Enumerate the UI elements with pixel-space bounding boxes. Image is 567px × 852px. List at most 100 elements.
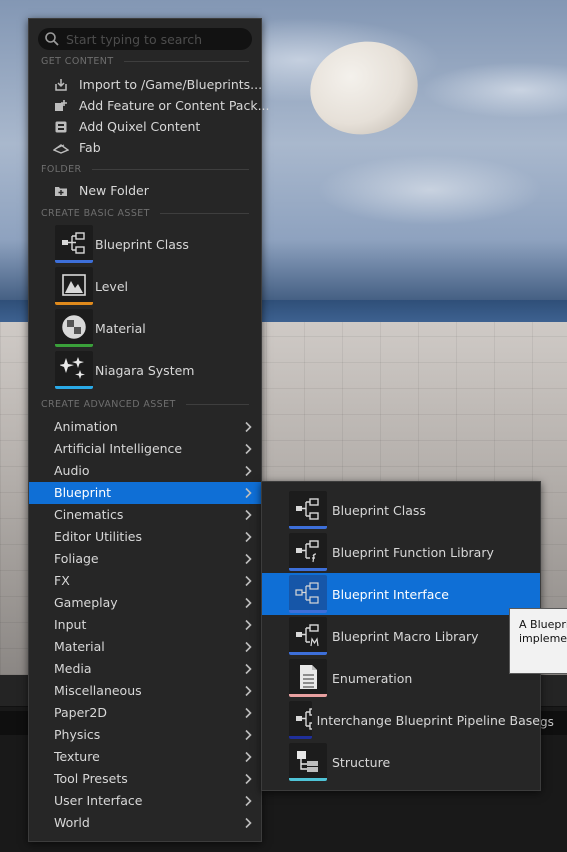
category-texture[interactable]: Texture — [29, 746, 261, 768]
category-blueprint[interactable]: Blueprint — [29, 482, 261, 504]
tooltip-line-2: implemen — [519, 632, 567, 645]
chevron-right-icon — [243, 487, 253, 499]
category-animation[interactable]: Animation — [29, 416, 261, 438]
asset-label: Blueprint Interface — [332, 586, 449, 602]
blueprint-class-icon — [289, 491, 327, 529]
category-user-interface[interactable]: User Interface — [29, 790, 261, 812]
import-label: Import to /Game/Blueprints... — [79, 77, 263, 92]
add-feature-item[interactable]: Add Feature or Content Pack... — [53, 95, 270, 116]
structure-icon — [289, 743, 327, 781]
submenu-item-interchange-blueprint-pipeline-base[interactable]: Interchange Blueprint Pipeline Base — [262, 699, 540, 741]
chevron-right-icon — [243, 795, 253, 807]
asset-color-bar — [55, 260, 93, 263]
submenu-item-blueprint-interface[interactable]: Blueprint Interface — [262, 573, 540, 615]
asset-color-bar — [289, 736, 312, 739]
category-physics[interactable]: Physics — [29, 724, 261, 746]
blueprint-interface-icon — [289, 575, 327, 613]
asset-color-bar — [289, 568, 327, 571]
import-item[interactable]: Import to /Game/Blueprints... — [53, 74, 262, 95]
chevron-right-icon — [243, 575, 253, 587]
asset-label: Niagara System — [95, 362, 195, 378]
category-label: Material — [54, 639, 105, 654]
category-tool-presets[interactable]: Tool Presets — [29, 768, 261, 790]
basic-asset-niagara-system[interactable]: Niagara System — [55, 351, 194, 389]
category-input[interactable]: Input — [29, 614, 261, 636]
chevron-right-icon — [243, 465, 253, 477]
chevron-right-icon — [243, 817, 253, 829]
niagara-icon — [55, 351, 93, 389]
category-label: World — [54, 815, 90, 830]
add-content-menu: GET CONTENT Import to /Game/Blueprints..… — [28, 18, 270, 842]
basic-asset-blueprint-class[interactable]: Blueprint Class — [55, 225, 189, 263]
section-create-advanced-asset: CREATE ADVANCED ASSET — [41, 397, 249, 411]
submenu-item-enumeration[interactable]: Enumeration — [262, 657, 540, 699]
feature-pack-icon — [53, 98, 69, 114]
category-label: Cinematics — [54, 507, 124, 522]
category-editor-utilities[interactable]: Editor Utilities — [29, 526, 261, 548]
chevron-right-icon — [243, 553, 253, 565]
category-paper2d[interactable]: Paper2D — [29, 702, 261, 724]
asset-label: Blueprint Function Library — [332, 544, 494, 560]
submenu-item-blueprint-macro-library[interactable]: Blueprint Macro Library — [262, 615, 540, 657]
category-gameplay[interactable]: Gameplay — [29, 592, 261, 614]
add-quixel-item[interactable]: Add Quixel Content — [53, 116, 200, 137]
new-folder-item[interactable]: New Folder — [53, 180, 149, 201]
category-cinematics[interactable]: Cinematics — [29, 504, 261, 526]
interchange-pipeline-icon — [289, 701, 312, 739]
blueprint-submenu: Blueprint Class Blueprint Function Librar… — [261, 481, 541, 791]
asset-label: Structure — [332, 754, 391, 770]
asset-color-bar — [289, 778, 327, 781]
category-artificial-intelligence[interactable]: Artificial Intelligence — [29, 438, 261, 460]
asset-label: Blueprint Class — [95, 236, 189, 252]
asset-color-bar — [55, 344, 93, 347]
chevron-right-icon — [243, 443, 253, 455]
category-label: Gameplay — [54, 595, 118, 610]
asset-color-bar — [55, 302, 93, 305]
category-label: FX — [54, 573, 70, 588]
chevron-right-icon — [243, 663, 253, 675]
asset-label: Blueprint Macro Library — [332, 628, 479, 644]
asset-color-bar — [289, 652, 327, 655]
category-fx[interactable]: FX — [29, 570, 261, 592]
chevron-right-icon — [243, 773, 253, 785]
settings-label-fragment[interactable]: gs — [540, 715, 554, 729]
add-feature-label: Add Feature or Content Pack... — [79, 98, 270, 113]
category-label: Media — [54, 661, 92, 676]
category-label: Input — [54, 617, 87, 632]
search-input[interactable] — [66, 28, 246, 50]
category-material[interactable]: Material — [29, 636, 261, 658]
fab-item[interactable]: Fab — [53, 137, 101, 158]
chevron-right-icon — [243, 509, 253, 521]
category-media[interactable]: Media — [29, 658, 261, 680]
search-box[interactable] — [38, 28, 252, 50]
asset-color-bar — [289, 610, 327, 613]
chevron-right-icon — [243, 597, 253, 609]
category-label: Foliage — [54, 551, 99, 566]
submenu-item-blueprint-class[interactable]: Blueprint Class — [262, 489, 540, 531]
chevron-right-icon — [243, 685, 253, 697]
chevron-right-icon — [243, 619, 253, 631]
category-audio[interactable]: Audio — [29, 460, 261, 482]
basic-asset-level[interactable]: Level — [55, 267, 128, 305]
category-foliage[interactable]: Foliage — [29, 548, 261, 570]
section-label: GET CONTENT — [41, 55, 114, 67]
asset-color-bar — [289, 526, 327, 529]
category-label: Physics — [54, 727, 101, 742]
category-miscellaneous[interactable]: Miscellaneous — [29, 680, 261, 702]
asset-label: Material — [95, 320, 146, 336]
tooltip: A Bluepri implemen — [509, 608, 567, 674]
category-world[interactable]: World — [29, 812, 261, 834]
import-icon — [53, 77, 69, 93]
submenu-item-structure[interactable]: Structure — [262, 741, 540, 783]
section-get-content: GET CONTENT — [41, 54, 249, 68]
section-label: CREATE BASIC ASSET — [41, 207, 150, 219]
category-label: Artificial Intelligence — [54, 441, 183, 456]
blueprint-macro-library-icon — [289, 617, 327, 655]
submenu-item-blueprint-function-library[interactable]: Blueprint Function Library — [262, 531, 540, 573]
category-label: Blueprint — [54, 485, 112, 500]
new-folder-icon — [53, 183, 69, 199]
category-label: Editor Utilities — [54, 529, 143, 544]
asset-label: Enumeration — [332, 670, 413, 686]
section-label: FOLDER — [41, 163, 82, 175]
basic-asset-material[interactable]: Material — [55, 309, 146, 347]
